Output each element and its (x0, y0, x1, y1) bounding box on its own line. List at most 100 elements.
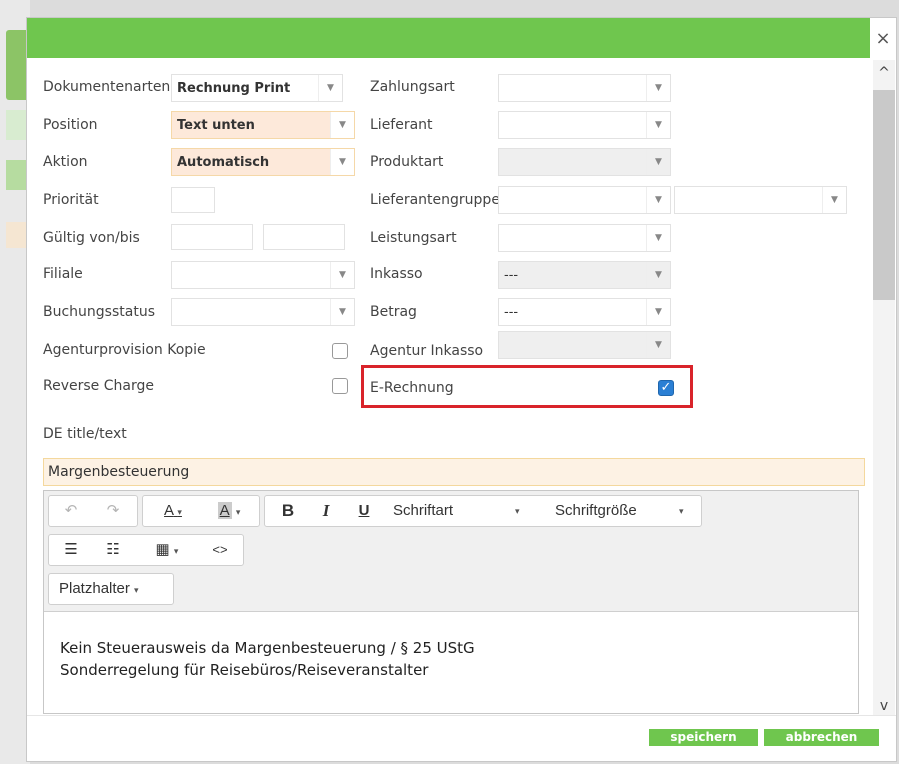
table-icon: ▦ (155, 541, 170, 558)
chevron-down-icon: ▼ (646, 262, 670, 288)
label-lieferant: Lieferant (370, 117, 433, 133)
leistungsart-select[interactable]: ▼ (498, 224, 671, 252)
toolbar-placeholder-group: Platzhalter ▾ (48, 573, 174, 605)
dropdown-icon: ▾ (515, 506, 520, 516)
scroll-thumb[interactable] (873, 90, 895, 300)
lieferantengruppe-select[interactable]: ▼ (498, 186, 671, 214)
close-icon[interactable]: × (872, 28, 894, 50)
placeholder-label: Platzhalter (59, 580, 130, 597)
aktion-select[interactable]: Automatisch ▼ (171, 148, 355, 176)
chevron-down-icon: ▼ (330, 112, 354, 138)
scroll-down-icon[interactable]: v (873, 697, 895, 715)
chevron-down-icon: ▼ (646, 75, 670, 101)
editor-content[interactable]: Kein Steuerausweis da Margenbesteuerung … (60, 637, 475, 681)
chevron-down-icon: ▼ (646, 187, 670, 213)
select-value: Automatisch (177, 155, 270, 170)
inkasso-select[interactable]: --- ▼ (498, 261, 671, 289)
dropdown-icon: ▾ (235, 507, 241, 517)
dropdown-icon: ▾ (679, 506, 684, 516)
editor-toolbar: ↶ ↷ A ▾ A ▾ B I U Schriftart ▾ Schriftgr… (44, 491, 858, 612)
highlight-color-button[interactable]: A ▾ (203, 496, 255, 526)
font-family-dropdown[interactable]: Schriftart ▾ (393, 496, 543, 526)
toolbar-insert-group: ☰ ☷ ▦ ▾ <> (48, 534, 244, 566)
code-view-icon[interactable]: <> (201, 535, 239, 565)
title-input-value: Margenbesteuerung (48, 464, 190, 480)
label-produktart: Produktart (370, 154, 444, 170)
label-aktion: Aktion (43, 154, 88, 170)
underline-button[interactable]: U (349, 496, 379, 526)
italic-button[interactable]: I (311, 496, 341, 526)
position-select[interactable]: Text unten ▼ (171, 111, 355, 139)
betrag-select[interactable]: --- ▼ (498, 298, 671, 326)
select-value: Text unten (177, 118, 255, 133)
label-betrag: Betrag (370, 304, 417, 320)
label-zahlungsart: Zahlungsart (370, 79, 455, 95)
select-value: --- (504, 268, 519, 283)
label-prioritaet: Priorität (43, 192, 99, 208)
prioritaet-input[interactable] (171, 187, 215, 213)
toolbar-history-group: ↶ ↷ (48, 495, 138, 527)
font-size-dropdown[interactable]: Schriftgröße ▾ (555, 496, 695, 526)
chevron-down-icon: ▼ (318, 75, 342, 101)
chevron-down-icon: ▼ (330, 262, 354, 288)
title-input[interactable]: Margenbesteuerung (43, 458, 865, 486)
label-de-title-text: DE title/text (43, 426, 127, 442)
dialog-footer: speichern abbrechen (27, 715, 896, 761)
zahlungsart-select[interactable]: ▼ (498, 74, 671, 102)
rich-text-editor: ↶ ↷ A ▾ A ▾ B I U Schriftart ▾ Schriftgr… (43, 490, 859, 714)
reverse-charge-checkbox[interactable] (332, 378, 348, 394)
lieferant-select[interactable]: ▼ (498, 111, 671, 139)
label-gueltig: Gültig von/bis (43, 230, 140, 246)
bullet-list-icon[interactable]: ☰ (53, 535, 89, 565)
dialog-titlebar (27, 18, 870, 58)
font-family-label: Schriftart (393, 502, 454, 519)
agenturprovision-kopie-checkbox[interactable] (332, 343, 348, 359)
label-buchungsstatus: Buchungsstatus (43, 304, 155, 320)
label-reverse-charge: Reverse Charge (43, 378, 154, 394)
chevron-down-icon: ▼ (646, 225, 670, 251)
select-value: --- (504, 305, 519, 320)
scrollbar[interactable]: ^ v (873, 60, 895, 715)
chevron-down-icon: ▼ (646, 332, 670, 358)
font-size-label: Schriftgröße (555, 502, 637, 519)
select-value: Rechnung Print (177, 81, 291, 96)
chevron-down-icon: ▼ (822, 187, 846, 213)
placeholder-dropdown[interactable]: Platzhalter ▾ (59, 574, 169, 604)
bold-button[interactable]: B (273, 496, 303, 526)
label-agentur-inkasso: Agentur Inkasso (370, 343, 484, 359)
label-leistungsart: Leistungsart (370, 230, 457, 246)
numbered-list-icon[interactable]: ☷ (95, 535, 131, 565)
filiale-select[interactable]: ▼ (171, 261, 355, 289)
label-position: Position (43, 117, 98, 133)
highlight-color-icon: A (217, 502, 232, 519)
dropdown-icon: ▾ (173, 546, 179, 556)
font-color-button[interactable]: A ▾ (149, 496, 197, 526)
cancel-button[interactable]: abbrechen (764, 729, 879, 746)
gueltig-bis-input[interactable] (263, 224, 345, 250)
chevron-down-icon: ▼ (330, 299, 354, 325)
table-button[interactable]: ▦ ▾ (139, 535, 195, 565)
scroll-up-icon[interactable]: ^ (873, 64, 895, 82)
dropdown-icon: ▾ (177, 507, 182, 517)
editor-line: Sonderregelung für Reisebüros/Reiseveran… (60, 661, 429, 679)
label-inkasso: Inkasso (370, 266, 423, 282)
save-button[interactable]: speichern (649, 729, 758, 746)
toolbar-format-group: B I U Schriftart ▾ Schriftgröße ▾ (264, 495, 702, 527)
produktart-select[interactable]: ▼ (498, 148, 671, 176)
agentur-inkasso-select[interactable]: ▼ (498, 331, 671, 359)
gueltig-von-input[interactable] (171, 224, 253, 250)
font-color-icon: A (164, 502, 174, 519)
editor-line: Kein Steuerausweis da Margenbesteuerung … (60, 639, 475, 657)
chevron-down-icon: ▼ (646, 149, 670, 175)
label-dokumentenarten: Dokumentenarten (43, 79, 171, 95)
highlight-box (361, 365, 693, 408)
dropdown-icon: ▾ (134, 585, 139, 595)
chevron-down-icon: ▼ (646, 299, 670, 325)
dokumentenarten-select[interactable]: Rechnung Print ▼ (171, 74, 343, 102)
redo-icon[interactable]: ↷ (93, 496, 133, 526)
undo-icon[interactable]: ↶ (51, 496, 91, 526)
lieferantengruppe-secondary-select[interactable]: ▼ (674, 186, 847, 214)
chevron-down-icon: ▼ (330, 149, 354, 175)
buchungsstatus-select[interactable]: ▼ (171, 298, 355, 326)
label-lieferantengruppe: Lieferantengruppe (370, 192, 500, 208)
